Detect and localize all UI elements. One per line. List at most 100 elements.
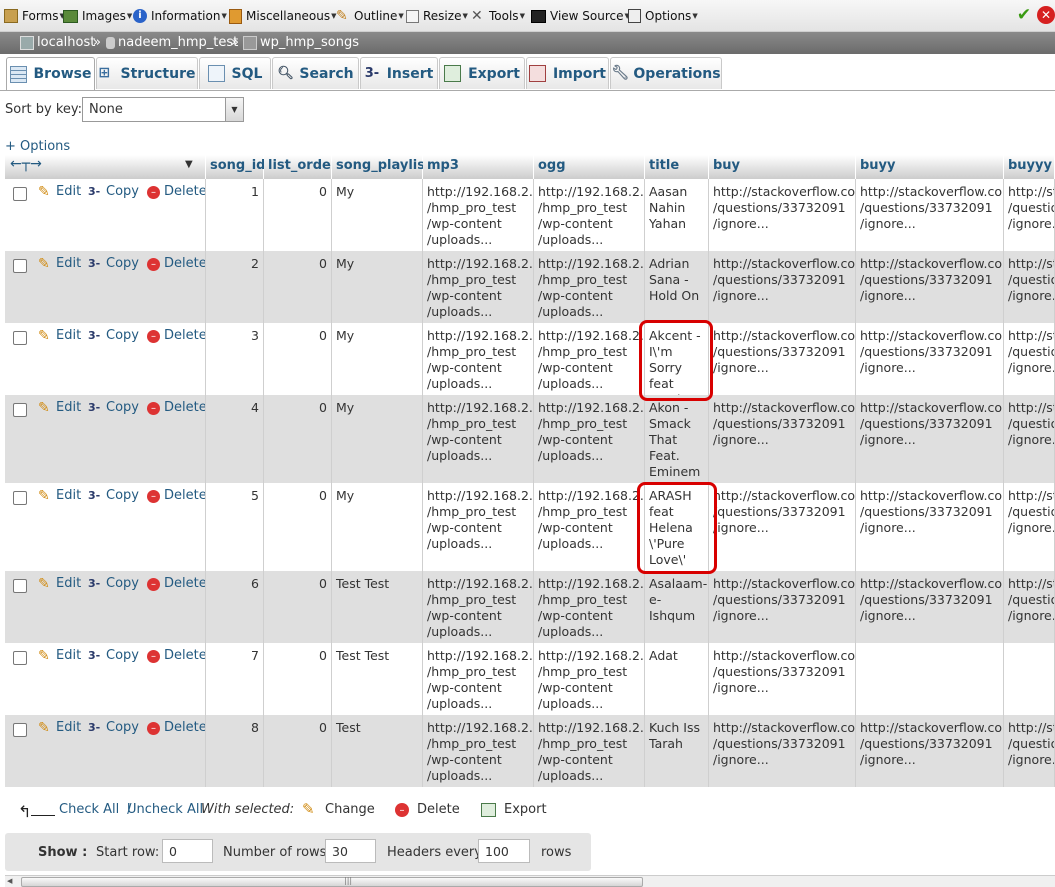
- row-checkbox[interactable]: [13, 579, 27, 593]
- row-checkbox[interactable]: [13, 331, 27, 345]
- copy-link[interactable]: 3- Copy: [88, 400, 139, 416]
- copy-link[interactable]: 3- Copy: [88, 648, 139, 664]
- tab-insert[interactable]: 3- Insert: [360, 57, 438, 89]
- delete-link[interactable]: – Delete: [147, 400, 205, 416]
- delete-icon: –: [147, 401, 160, 415]
- edit-link[interactable]: ✎ Edit: [38, 328, 81, 344]
- headers-every-input[interactable]: 100: [478, 839, 530, 863]
- check-all-link[interactable]: Check All: [59, 802, 119, 817]
- edit-link[interactable]: ✎ Edit: [38, 576, 81, 592]
- tab-export[interactable]: Export: [439, 57, 525, 89]
- toolbar-resize[interactable]: Resize ▼: [406, 7, 468, 25]
- toolbar-information[interactable]: i Information ▼: [133, 7, 227, 25]
- row-checkbox[interactable]: [13, 187, 27, 201]
- toolbar-options[interactable]: Options ▼: [628, 7, 698, 25]
- table-row: ✎ Edit 3- Copy – Delete 2 0 My http://192.168.2.2…: [5, 251, 1055, 323]
- edit-link[interactable]: ✎ Edit: [38, 256, 81, 272]
- bulk-change-button[interactable]: ✎ Change: [302, 802, 375, 818]
- cell-mp3: http://192.168.2.2 /hmp_pro_test /wp-con…: [423, 395, 534, 483]
- column-header-title[interactable]: title: [645, 155, 709, 179]
- miscellaneous-icon: [229, 8, 242, 24]
- check-icon[interactable]: ✔: [1015, 6, 1033, 24]
- delete-link[interactable]: – Delete: [147, 256, 205, 272]
- bulk-export-button[interactable]: Export: [481, 802, 547, 817]
- tab-import[interactable]: Import: [526, 57, 609, 89]
- cell-buyy: http://stackoverflow.com /questions/3373…: [856, 179, 1004, 251]
- copy-link[interactable]: 3- Copy: [88, 328, 139, 344]
- tab-sql[interactable]: SQL: [199, 57, 271, 89]
- delete-link[interactable]: – Delete: [147, 488, 205, 504]
- cell-buy: http://stackoverflow.com /questions/3373…: [709, 251, 856, 323]
- cell-buyyy: http://stackoverflow.com /questions/3373…: [1004, 179, 1055, 251]
- cell-song-playlist: My: [332, 323, 423, 395]
- bulk-change-label: Change: [325, 802, 375, 817]
- row-checkbox[interactable]: [13, 259, 27, 273]
- copy-icon: 3-: [88, 401, 101, 414]
- cell-buy: http://stackoverflow.com /questions/3373…: [709, 483, 856, 571]
- column-header-list-order[interactable]: list_order: [264, 155, 337, 179]
- copy-link[interactable]: 3- Copy: [88, 184, 139, 200]
- options-toggle-link[interactable]: + Options: [5, 139, 70, 154]
- edit-link[interactable]: ✎ Edit: [38, 648, 81, 664]
- toolbar-information-label: Information: [151, 9, 221, 23]
- toolbar-outline[interactable]: ✎ Outline ▼: [336, 7, 404, 25]
- column-header-mp3[interactable]: mp3: [423, 155, 534, 179]
- delete-link[interactable]: – Delete: [147, 648, 205, 664]
- toolbar-miscellaneous[interactable]: Miscellaneous ▼: [229, 7, 337, 25]
- edit-link[interactable]: ✎ Edit: [38, 400, 81, 416]
- toolbar-view-source[interactable]: View Source▼: [531, 7, 630, 25]
- bulk-delete-button[interactable]: – Delete: [395, 802, 460, 817]
- cell-song-id: 1: [206, 179, 264, 251]
- delete-link[interactable]: – Delete: [147, 576, 205, 592]
- breadcrumb-server[interactable]: localhost: [20, 35, 95, 50]
- column-header-song-id[interactable]: song_id: [206, 155, 266, 179]
- toolbar-images[interactable]: Images ▼: [63, 7, 132, 25]
- edit-label: Edit: [56, 576, 82, 591]
- column-header-label: buy: [713, 158, 741, 173]
- scroll-left-icon[interactable]: ◀: [7, 877, 12, 885]
- row-checkbox[interactable]: [13, 403, 27, 417]
- column-header-label: song_id: [210, 158, 266, 173]
- row-checkbox[interactable]: [13, 723, 27, 737]
- title-highlight-box: [639, 320, 713, 401]
- tab-structure[interactable]: ⊞ Structure: [96, 57, 198, 89]
- column-header-buy[interactable]: buy: [709, 155, 856, 179]
- sort-by-key-select[interactable]: None ▼: [82, 97, 244, 122]
- column-header-ogg[interactable]: ogg: [534, 155, 645, 179]
- cell-list-order: 0: [264, 715, 332, 787]
- column-visibility-icon[interactable]: ▼: [185, 159, 193, 170]
- breadcrumb-table[interactable]: wp_hmp_songs: [243, 35, 359, 50]
- toolbar-tools[interactable]: ✕ Tools ▼: [471, 7, 525, 25]
- delete-link[interactable]: – Delete: [147, 328, 205, 344]
- horizontal-scrollbar[interactable]: ◀ |||: [5, 875, 1055, 887]
- column-arrows-icon[interactable]: ←┬→: [10, 156, 42, 172]
- number-of-rows-input[interactable]: 30: [325, 839, 376, 863]
- column-header-buyyy[interactable]: buyyy: [1004, 155, 1055, 179]
- column-header-buyy[interactable]: buyy: [856, 155, 1004, 179]
- close-icon[interactable]: ✕: [1037, 6, 1055, 24]
- copy-link[interactable]: 3- Copy: [88, 488, 139, 504]
- structure-icon: ⊞: [98, 65, 111, 81]
- edit-link[interactable]: ✎ Edit: [38, 720, 81, 736]
- column-header-label: buyy: [860, 158, 896, 173]
- breadcrumb-database[interactable]: nadeem_hmp_test: [106, 35, 238, 50]
- tab-operations[interactable]: 🔧︎ Operations: [610, 57, 722, 89]
- delete-link[interactable]: – Delete: [147, 720, 205, 736]
- copy-link[interactable]: 3- Copy: [88, 576, 139, 592]
- copy-link[interactable]: 3- Copy: [88, 256, 139, 272]
- row-checkbox[interactable]: [13, 651, 27, 665]
- cell-actions: ✎ Edit 3- Copy – Delete: [5, 179, 206, 251]
- tab-browse[interactable]: Browse: [6, 57, 95, 90]
- row-checkbox[interactable]: [13, 491, 27, 505]
- tab-search[interactable]: 🔍︎ Search: [272, 57, 359, 89]
- start-row-input[interactable]: 0: [162, 839, 213, 863]
- uncheck-all-link[interactable]: Uncheck All: [127, 802, 203, 817]
- edit-link[interactable]: ✎ Edit: [38, 488, 81, 504]
- edit-link[interactable]: ✎ Edit: [38, 184, 81, 200]
- tab-structure-label: Structure: [120, 65, 196, 82]
- copy-link[interactable]: 3- Copy: [88, 720, 139, 736]
- column-header-song-playlist[interactable]: song_playlist: [332, 155, 431, 179]
- delete-link[interactable]: – Delete: [147, 184, 205, 200]
- toolbar-forms[interactable]: Forms▼: [4, 7, 65, 25]
- copy-label: Copy: [106, 720, 139, 735]
